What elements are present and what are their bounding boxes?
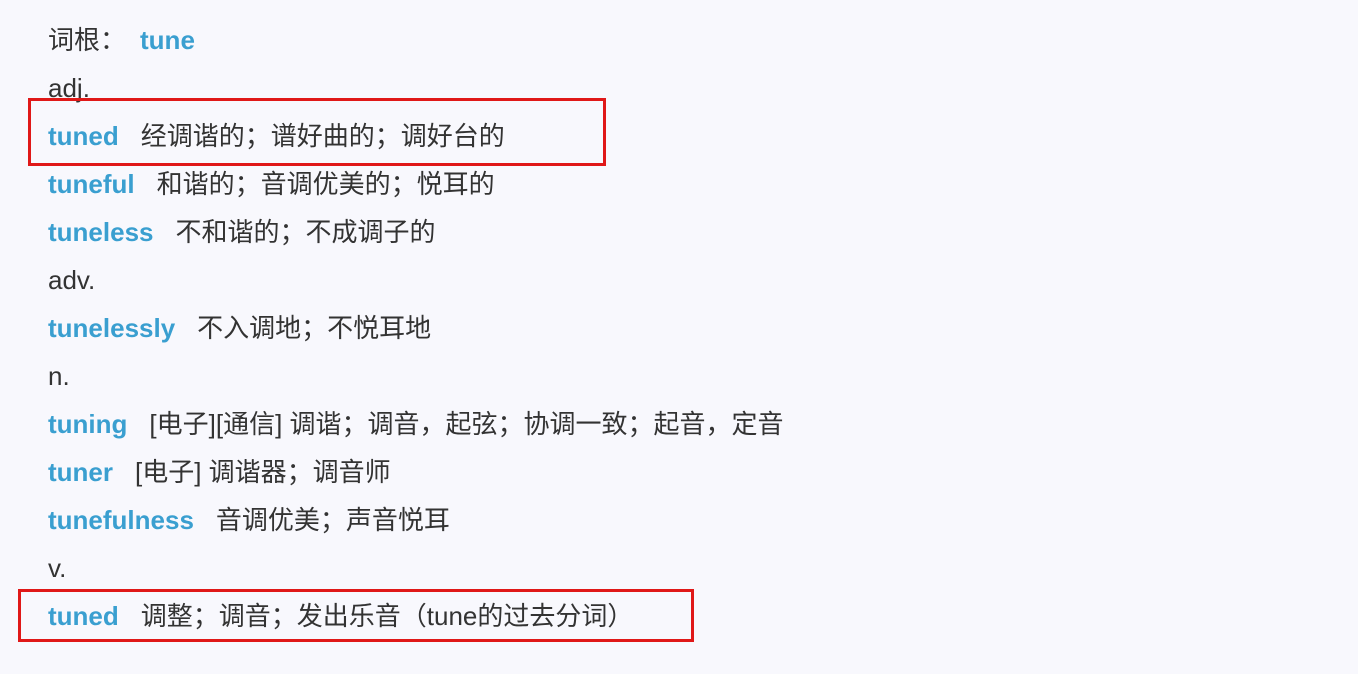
pos-adv: adv. (48, 265, 96, 295)
entry-tuneful: tuneful 和谐的；音调优美的；悦耳的 (48, 160, 495, 208)
entry-definition: 不和谐的；不成调子的 (175, 217, 436, 247)
entry-tunefulness: tunefulness 音调优美；声音悦耳 (48, 496, 450, 544)
entry-word[interactable]: tunelessly (48, 313, 175, 343)
root-word[interactable]: tune (140, 25, 195, 55)
root-line: 词根： tune (48, 16, 217, 64)
root-label: 词根： (48, 25, 127, 55)
highlight-box-adj-tuned (28, 98, 606, 166)
entry-definition: [电子] 调谐器；调音师 (135, 457, 391, 487)
entry-word[interactable]: tunefulness (48, 505, 194, 535)
entry-tuner: tuner [电子] 调谐器；调音师 (48, 448, 391, 496)
entry-word[interactable]: tuner (48, 457, 113, 487)
highlight-box-v-tuned (18, 589, 694, 642)
entry-tunelessly: tunelessly 不入调地；不悦耳地 (48, 304, 431, 352)
entry-definition: 不入调地；不悦耳地 (197, 313, 432, 343)
entry-tuning: tuning [电子][通信] 调谐；调音，起弦；协调一致；起音，定音 (48, 400, 784, 448)
pos-v: v. (48, 553, 67, 583)
entry-word[interactable]: tuning (48, 409, 127, 439)
pos-n: n. (48, 361, 70, 391)
entry-tuneless: tuneless 不和谐的；不成调子的 (48, 208, 436, 256)
entry-word[interactable]: tuneless (48, 217, 154, 247)
entry-definition: [电子][通信] 调谐；调音，起弦；协调一致；起音，定音 (149, 409, 784, 439)
entry-definition: 音调优美；声音悦耳 (215, 505, 450, 535)
entry-word[interactable]: tuneful (48, 169, 135, 199)
entry-definition: 和谐的；音调优美的；悦耳的 (156, 169, 495, 199)
